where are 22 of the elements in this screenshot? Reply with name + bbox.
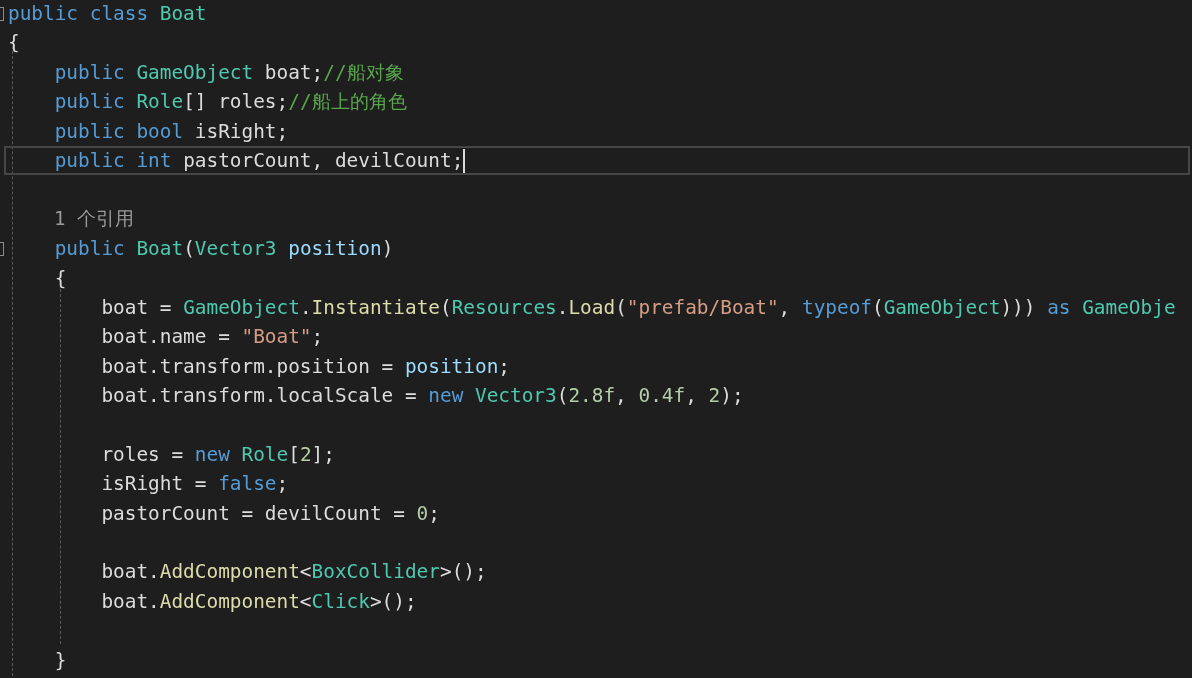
reference-count-link[interactable]: 1 个引用 [54, 206, 134, 233]
code-line: public int pastorCount, devilCount; [53, 147, 464, 174]
code-line: boat.name = "Boat"; [100, 324, 324, 351]
code-line: { [8, 30, 20, 57]
fold-marker-icon[interactable] [0, 6, 4, 21]
code-line: public Boat(Vector3 position) [53, 236, 394, 263]
code-line: boat.transform.localScale = new Vector3(2.8f, 0.4f, 2); [100, 383, 744, 410]
code-line: isRight = false; [100, 471, 289, 498]
code-line: boat.AddComponent<BoxCollider>(); [100, 559, 487, 586]
text-cursor [463, 148, 466, 173]
code-line: boat = GameObject.Instantiate(Resources.Load("prefab/Boat", typeof(GameObject))) as GameObje [100, 294, 1176, 321]
code-line: pastorCount = devilCount = 0; [100, 500, 440, 527]
code-line: boat.AddComponent<Click>(); [100, 588, 417, 615]
code-line: { [53, 265, 67, 292]
code-line: public GameObject boat;//船对象 [53, 59, 404, 86]
code-line: public Role[] roles;//船上的角色 [53, 89, 407, 116]
code-line: public bool isRight; [53, 118, 289, 145]
code-line: roles = new Role[2]; [100, 441, 335, 468]
code-line: boat.transform.position = position; [100, 353, 510, 380]
fold-marker-icon[interactable] [0, 241, 4, 256]
code-line: } [53, 647, 67, 674]
code-line: public class Boat [8, 1, 207, 27]
